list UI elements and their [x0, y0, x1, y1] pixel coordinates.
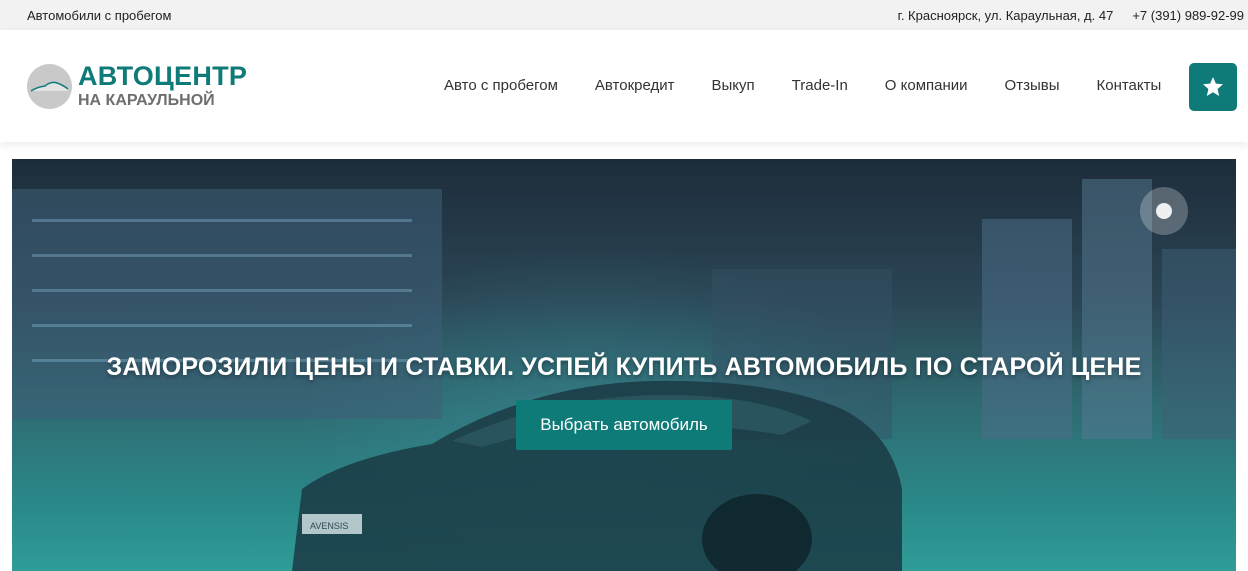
hero-banner: AVENSIS ЗАМОРОЗИЛИ ЦЕНЫ И СТАВКИ. УСПЕЙ …: [12, 159, 1236, 571]
nav-about[interactable]: О компании: [885, 77, 968, 94]
logo-title: АВТОЦЕНТР: [78, 61, 248, 91]
topbar-tagline: Автомобили с пробегом: [27, 7, 172, 23]
topbar: Автомобили с пробегом г. Красноярск, ул.…: [0, 0, 1248, 30]
nav-used-cars[interactable]: Авто с пробегом: [444, 77, 558, 94]
logo-subtitle: НА КАРАУЛЬНОЙ: [78, 92, 215, 109]
nav-trade-in[interactable]: Trade-In: [792, 77, 848, 94]
topbar-contacts: г. Красноярск, ул. Караульная, д. 47 +7 …: [898, 8, 1244, 23]
nav-buyout[interactable]: Выкуп: [712, 77, 755, 94]
logo-car-icon: [27, 63, 72, 109]
choose-car-button[interactable]: Выбрать автомобиль: [516, 400, 732, 450]
star-icon: [1203, 77, 1223, 96]
nav-reviews[interactable]: Отзывы: [1005, 77, 1060, 94]
hero-title: ЗАМОРОЗИЛИ ЦЕНЫ И СТАВКИ. УСПЕЙ КУПИТЬ А…: [106, 353, 1142, 381]
nav-car-loan[interactable]: Автокредит: [595, 77, 675, 94]
license-plate-text: AVENSIS: [310, 521, 348, 531]
topbar-address: г. Красноярск, ул. Караульная, д. 47: [897, 7, 1114, 23]
site-header: АВТОЦЕНТР НА КАРАУЛЬНОЙ Авто с пробегом …: [0, 30, 1248, 142]
topbar-phone[interactable]: +7 (391) 989-92-99: [1132, 8, 1244, 23]
favorites-button[interactable]: [1189, 63, 1237, 111]
site-logo[interactable]: АВТОЦЕНТР НА КАРАУЛЬНОЙ: [27, 63, 247, 109]
main-nav: Авто с пробегом Автокредит Выкуп Trade-I…: [444, 77, 1161, 94]
nav-contacts[interactable]: Контакты: [1096, 77, 1161, 94]
